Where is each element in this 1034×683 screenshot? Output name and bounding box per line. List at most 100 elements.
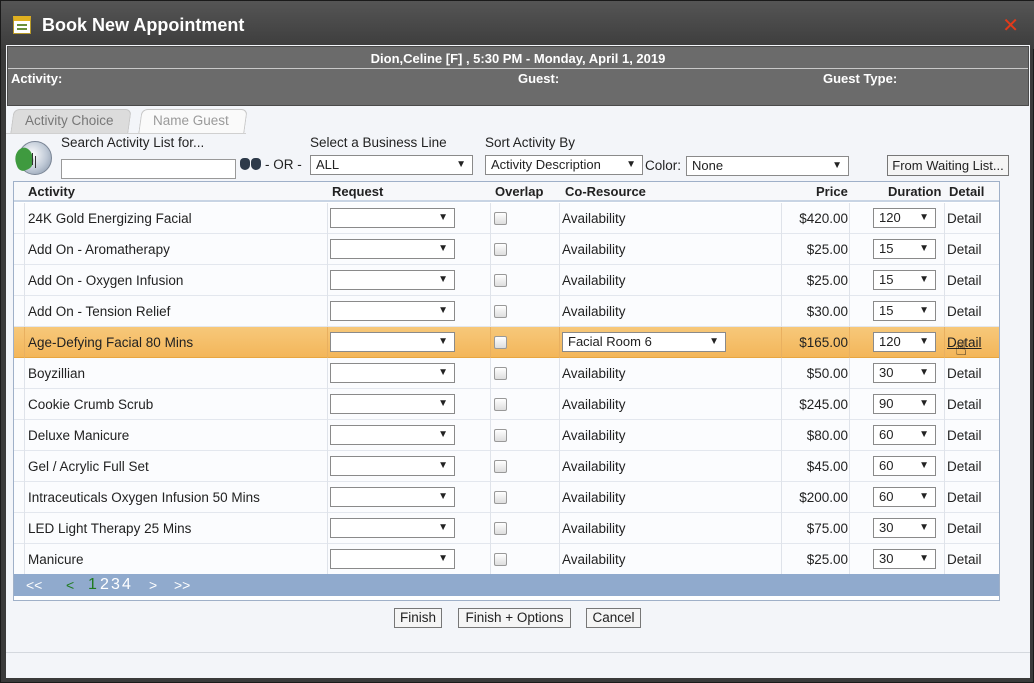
duration-select[interactable]: 30 ▼ bbox=[873, 549, 936, 569]
duration-select[interactable]: 60 ▼ bbox=[873, 456, 936, 476]
overlap-checkbox[interactable] bbox=[494, 367, 507, 380]
request-select[interactable]: ▼ bbox=[330, 363, 455, 383]
activity-name[interactable]: Gel / Acrylic Full Set bbox=[28, 451, 149, 482]
table-row[interactable]: 24K Gold Energizing Facial ▼ Availabilit… bbox=[14, 203, 999, 234]
duration-select[interactable]: 120 ▼ bbox=[873, 208, 936, 228]
overlap-checkbox[interactable] bbox=[494, 398, 507, 411]
co-resource-availability[interactable]: Availability bbox=[562, 296, 626, 327]
request-select[interactable]: ▼ bbox=[330, 301, 455, 321]
co-resource-availability[interactable]: Availability bbox=[562, 420, 626, 451]
co-resource-availability[interactable]: Availability bbox=[562, 234, 626, 265]
request-select[interactable]: ▼ bbox=[330, 394, 455, 414]
overlap-checkbox[interactable] bbox=[494, 429, 507, 442]
header-duration[interactable]: Duration bbox=[888, 184, 941, 199]
pager-page-3[interactable]: 3 bbox=[111, 574, 120, 596]
request-select[interactable]: ▼ bbox=[330, 332, 455, 352]
detail-link[interactable]: Detail bbox=[947, 459, 982, 474]
tab-activity-choice[interactable]: Activity Choice bbox=[10, 109, 132, 133]
activity-name[interactable]: Add On - Aromatherapy bbox=[28, 234, 170, 265]
from-waiting-list-button[interactable]: From Waiting List... bbox=[887, 155, 1009, 176]
request-select[interactable]: ▼ bbox=[330, 425, 455, 445]
request-select[interactable]: ▼ bbox=[330, 487, 455, 507]
duration-select[interactable]: 60 ▼ bbox=[873, 487, 936, 507]
table-row[interactable]: Boyzillian ▼ Availability $50.00 30 ▼ Det… bbox=[14, 358, 999, 389]
detail-link[interactable]: Detail bbox=[947, 211, 982, 226]
sort-select[interactable]: Activity Description ▼ bbox=[485, 155, 643, 175]
activity-name[interactable]: Boyzillian bbox=[28, 358, 85, 389]
co-resource-availability[interactable]: Availability bbox=[562, 544, 626, 575]
activity-name[interactable]: Deluxe Manicure bbox=[28, 420, 129, 451]
overlap-checkbox[interactable] bbox=[494, 491, 507, 504]
binoculars-icon[interactable] bbox=[240, 155, 262, 171]
detail-link[interactable]: Detail bbox=[947, 366, 982, 381]
duration-select[interactable]: 30 ▼ bbox=[873, 363, 936, 383]
table-row[interactable]: Add On - Aromatherapy ▼ Availability $25… bbox=[14, 234, 999, 265]
table-row[interactable]: Add On - Tension Relief ▼ Availability $… bbox=[14, 296, 999, 327]
request-select[interactable]: ▼ bbox=[330, 208, 455, 228]
pager-prev[interactable]: < bbox=[66, 574, 74, 596]
overlap-checkbox[interactable] bbox=[494, 305, 507, 318]
detail-link[interactable]: Detail bbox=[947, 304, 982, 319]
detail-link[interactable]: Detail bbox=[947, 428, 982, 443]
overlap-checkbox[interactable] bbox=[494, 553, 507, 566]
duration-select[interactable]: 15 ▼ bbox=[873, 270, 936, 290]
tab-name-guest[interactable]: Name Guest bbox=[138, 109, 248, 133]
overlap-checkbox[interactable] bbox=[494, 243, 507, 256]
co-resource-availability[interactable]: Availability bbox=[562, 513, 626, 544]
close-icon[interactable]: ✕ bbox=[1002, 16, 1019, 36]
search-input[interactable] bbox=[61, 159, 236, 179]
request-select[interactable]: ▼ bbox=[330, 239, 455, 259]
table-row[interactable]: Age-Defying Facial 80 Mins ▼ Facial Room… bbox=[14, 327, 999, 358]
header-request[interactable]: Request bbox=[332, 184, 383, 199]
activity-name[interactable]: LED Light Therapy 25 Mins bbox=[28, 513, 191, 544]
table-row[interactable]: Add On - Oxygen Infusion ▼ Availability … bbox=[14, 265, 999, 296]
pager-page-1[interactable]: 1 bbox=[88, 574, 97, 596]
co-resource-availability[interactable]: Availability bbox=[562, 482, 626, 513]
detail-link[interactable]: Detail bbox=[947, 521, 982, 536]
co-resource-availability[interactable]: Availability bbox=[562, 265, 626, 296]
header-overlap[interactable]: Overlap bbox=[495, 184, 543, 199]
business-line-select[interactable]: ALL ▼ bbox=[310, 155, 473, 175]
finish-options-button[interactable]: Finish + Options bbox=[458, 608, 571, 628]
table-row[interactable]: Cookie Crumb Scrub ▼ Availability $245.0… bbox=[14, 389, 999, 420]
overlap-checkbox[interactable] bbox=[494, 460, 507, 473]
header-detail[interactable]: Detail bbox=[949, 184, 984, 199]
duration-select[interactable]: 90 ▼ bbox=[873, 394, 936, 414]
overlap-checkbox[interactable] bbox=[494, 212, 507, 225]
detail-link[interactable]: Detail bbox=[947, 397, 982, 412]
activity-name[interactable]: Add On - Tension Relief bbox=[28, 296, 170, 327]
header-price[interactable]: Price bbox=[816, 184, 848, 199]
pager-page-4[interactable]: 4 bbox=[122, 574, 131, 596]
header-co-resource[interactable]: Co-Resource bbox=[565, 184, 646, 199]
cancel-button[interactable]: Cancel bbox=[586, 608, 641, 628]
detail-link[interactable]: Detail bbox=[947, 552, 982, 567]
pager-next[interactable]: > bbox=[149, 574, 157, 596]
pager-first[interactable]: << bbox=[26, 574, 42, 596]
activity-name[interactable]: Manicure bbox=[28, 544, 84, 575]
request-select[interactable]: ▼ bbox=[330, 518, 455, 538]
pager-last[interactable]: >> bbox=[174, 574, 190, 596]
activity-name[interactable]: Add On - Oxygen Infusion bbox=[28, 265, 183, 296]
duration-select[interactable]: 15 ▼ bbox=[873, 239, 936, 259]
table-row[interactable]: Deluxe Manicure ▼ Availability $80.00 60… bbox=[14, 420, 999, 451]
duration-select[interactable]: 30 ▼ bbox=[873, 518, 936, 538]
co-resource-availability[interactable]: Availability bbox=[562, 358, 626, 389]
co-resource-availability[interactable]: Availability bbox=[562, 389, 626, 420]
color-select[interactable]: None ▼ bbox=[686, 156, 849, 176]
table-row[interactable]: Manicure ▼ Availability $25.00 30 ▼ Detai… bbox=[14, 544, 999, 575]
overlap-checkbox[interactable] bbox=[494, 522, 507, 535]
request-select[interactable]: ▼ bbox=[330, 549, 455, 569]
table-row[interactable]: LED Light Therapy 25 Mins ▼ Availability… bbox=[14, 513, 999, 544]
detail-link[interactable]: Detail bbox=[947, 273, 982, 288]
duration-select[interactable]: 15 ▼ bbox=[873, 301, 936, 321]
co-resource-availability[interactable]: Availability bbox=[562, 203, 626, 234]
table-row[interactable]: Gel / Acrylic Full Set ▼ Availability $4… bbox=[14, 451, 999, 482]
co-resource-availability[interactable]: Availability bbox=[562, 451, 626, 482]
header-activity[interactable]: Activity bbox=[28, 184, 75, 199]
request-select[interactable]: ▼ bbox=[330, 270, 455, 290]
activity-name[interactable]: Age-Defying Facial 80 Mins bbox=[28, 327, 193, 358]
activity-name[interactable]: Intraceuticals Oxygen Infusion 50 Mins bbox=[28, 482, 260, 513]
activity-name[interactable]: Cookie Crumb Scrub bbox=[28, 389, 153, 420]
detail-link[interactable]: Detail bbox=[947, 242, 982, 257]
detail-link[interactable]: Detail bbox=[947, 490, 982, 505]
